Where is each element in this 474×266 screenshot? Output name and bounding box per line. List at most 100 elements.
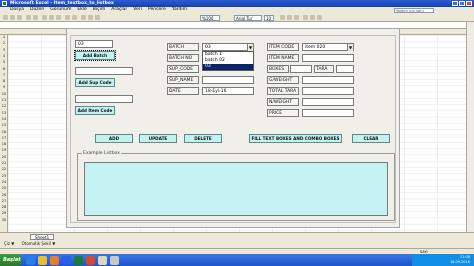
minimize-icon[interactable] [452,1,458,6]
chevron-down-icon[interactable]: ▼ [247,44,253,51]
add-sup-code-button[interactable]: Add Sup Code [75,78,115,87]
total-tara-label: TOTAL TARA [267,87,299,95]
boxes-input[interactable] [290,65,312,73]
batch-label: BATCH [167,43,199,51]
add-batch-button[interactable]: Add Batch [74,50,116,61]
date-label: DATE [167,87,199,95]
close-icon[interactable] [466,1,472,6]
help-search-input[interactable]: Yardım için soru yazın [394,7,434,17]
userform-client-area: 03 Add Batch Add Sup Code Add Item Code … [70,35,396,223]
example-listbox-frame: Example Listbox [77,151,395,221]
cut-icon[interactable] [42,14,47,20]
tara-input[interactable] [336,65,354,73]
zoom-select[interactable]: %100 [200,14,220,21]
print-icon[interactable] [26,14,31,20]
sum-icon[interactable] [81,14,86,20]
row-number: 10 [1,91,7,96]
sup-name-input[interactable] [202,76,254,84]
price-label: PRICE [267,109,299,117]
price-input[interactable] [302,109,354,117]
underline-icon[interactable] [294,14,299,20]
preview-icon[interactable] [33,14,38,20]
item-name-input[interactable] [302,54,354,62]
item-name-label: ITEM NAME [267,54,299,62]
row-number: 1 [2,35,6,39]
listbox-caption: Example Listbox [82,151,121,156]
excel-icon [2,1,7,6]
new-icon[interactable] [3,14,8,20]
row-number: 28 [1,205,7,210]
open-icon[interactable] [10,14,15,20]
font-select[interactable]: Arial Tur [234,14,262,21]
delete-button[interactable]: DELETE [184,134,222,143]
row-number: 13 [1,110,7,115]
tara-label: TARA [314,65,334,73]
maximize-icon[interactable] [459,1,465,6]
row-number: 20 [1,154,7,159]
row-number: 24 [1,179,7,184]
total-tara-input[interactable] [302,87,354,95]
bold-icon[interactable] [280,14,285,20]
add-button[interactable]: ADD [95,134,133,143]
fill-textboxes-button[interactable]: FILL TEXT BOXES AND COMBO BOXES [249,134,342,143]
row-number: 6 [2,66,6,71]
nweight-input[interactable] [302,98,354,106]
italic-icon[interactable] [287,14,292,20]
title-bar: Microsoft Excel - Item_textbox_to_listbo… [0,0,474,7]
item-code-combo[interactable]: item 020 ▼ [302,43,354,51]
gweight-input[interactable] [302,76,354,84]
row-number: 27 [1,198,7,203]
row-number: 17 [1,135,7,140]
row-number: 15 [1,123,7,128]
save-icon[interactable] [17,14,22,20]
row-number: 30 [1,217,7,222]
batch-input[interactable]: 03 [75,40,113,48]
window-controls [452,1,472,6]
chevron-down-icon[interactable]: ▼ [347,44,353,51]
row-number: 4 [2,53,6,58]
paste-icon[interactable] [56,14,61,20]
taskbar: Başlat 21:08 16.09.2016 [0,254,474,266]
date-input[interactable]: 18-Eyl-16 [202,87,254,95]
undo-icon[interactable] [65,14,70,20]
batch-dropdown-list[interactable]: batch 1 batch 02 03 [202,51,254,71]
powerpoint-icon[interactable] [86,255,95,265]
ie-icon[interactable] [26,255,35,265]
sort-icon[interactable] [88,14,93,20]
chrome-icon[interactable] [38,255,47,265]
update-button[interactable]: UPDATE [139,134,177,143]
add-item-code-button[interactable]: Add Item Code [75,106,115,115]
start-button[interactable]: Başlat [0,254,22,266]
redo-icon[interactable] [72,14,77,20]
batch-combo-value: 03 [205,45,211,50]
sup-code-input[interactable] [75,67,133,75]
row-number: 19 [1,148,7,153]
draw-menu[interactable]: Çiz ▼ [4,241,14,246]
firefox-icon[interactable] [50,255,59,265]
row-number: 22 [1,167,7,172]
chart-icon[interactable] [95,14,100,20]
item-code-label: ITEM CODE [267,43,299,51]
align-left-icon[interactable] [303,14,308,20]
row-number: 11 [1,98,7,102]
align-center-icon[interactable] [310,14,315,20]
batch-option-selected[interactable]: 03 [203,64,253,70]
row-number: 5 [2,60,6,65]
userform: 03 Add Batch Add Sup Code Add Item Code … [66,28,400,228]
word-icon[interactable] [62,255,71,265]
batch-combo[interactable]: 03 ▼ [202,43,254,51]
excel-taskbar-icon[interactable] [74,255,83,265]
font-size-select[interactable]: 10 [264,14,274,21]
align-right-icon[interactable] [317,14,322,20]
clear-button[interactable]: CLEAR [352,134,390,143]
autoshapes-menu[interactable]: Otomatik Şekil ▼ [22,241,56,246]
item-code-input[interactable] [75,95,133,103]
row-number: 12 [1,104,7,109]
vertical-scrollbar[interactable] [466,22,474,232]
row-number: 14 [1,116,7,121]
explorer-icon[interactable] [98,255,107,265]
example-listbox[interactable] [84,162,388,216]
copy-icon[interactable] [49,14,54,20]
row-number: 7 [2,72,6,77]
app-icon[interactable] [110,255,119,265]
